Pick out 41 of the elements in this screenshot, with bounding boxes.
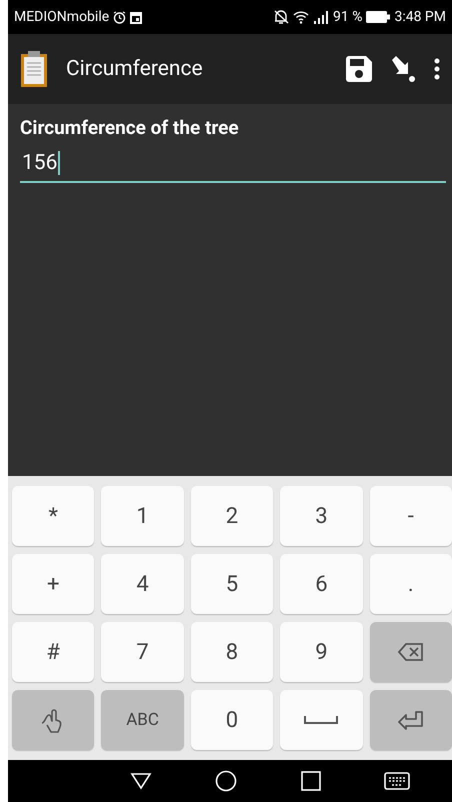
key[interactable]: 8 xyxy=(190,622,274,682)
battery-percent: 91 % xyxy=(333,9,362,25)
key[interactable]: . xyxy=(370,554,452,614)
key[interactable] xyxy=(370,622,452,682)
enter-icon xyxy=(398,710,424,730)
key[interactable]: # xyxy=(12,622,94,682)
key[interactable] xyxy=(370,690,452,750)
key[interactable]: 0 xyxy=(190,690,274,750)
clipboard-icon xyxy=(20,50,48,88)
backspace-icon xyxy=(398,643,424,661)
save-icon[interactable] xyxy=(346,56,372,82)
key[interactable]: ABC xyxy=(101,690,184,750)
field-label: Circumference of the tree xyxy=(20,116,240,139)
recents-icon[interactable] xyxy=(300,771,321,791)
carrier-name: MEDIONmobile xyxy=(14,9,110,25)
space-icon xyxy=(304,716,338,724)
battery-icon xyxy=(366,11,390,23)
signal-icon xyxy=(313,10,329,24)
input-field[interactable]: 156 xyxy=(20,149,446,183)
key[interactable]: 3 xyxy=(280,486,363,546)
key[interactable]: 5 xyxy=(190,554,274,614)
key[interactable]: * xyxy=(12,486,94,546)
app-title: Circumference xyxy=(66,57,204,81)
key[interactable]: 2 xyxy=(190,486,274,546)
key[interactable]: 4 xyxy=(101,554,184,614)
keyboard-icon[interactable] xyxy=(384,772,410,790)
calendar-icon xyxy=(130,10,142,24)
more-icon[interactable] xyxy=(434,58,440,80)
key[interactable]: 9 xyxy=(280,622,363,682)
back-icon[interactable] xyxy=(130,772,152,790)
key[interactable]: 6 xyxy=(280,554,363,614)
mute-icon xyxy=(273,10,289,24)
home-icon[interactable] xyxy=(215,770,238,792)
key[interactable]: 1 xyxy=(101,486,184,546)
wifi-icon xyxy=(293,10,309,24)
alarm-icon xyxy=(113,10,126,24)
key[interactable]: 7 xyxy=(101,622,184,682)
key[interactable]: + xyxy=(12,554,94,614)
arrow-icon[interactable] xyxy=(390,56,416,82)
key[interactable]: - xyxy=(370,486,452,546)
clock: 3:48 PM xyxy=(394,9,446,25)
